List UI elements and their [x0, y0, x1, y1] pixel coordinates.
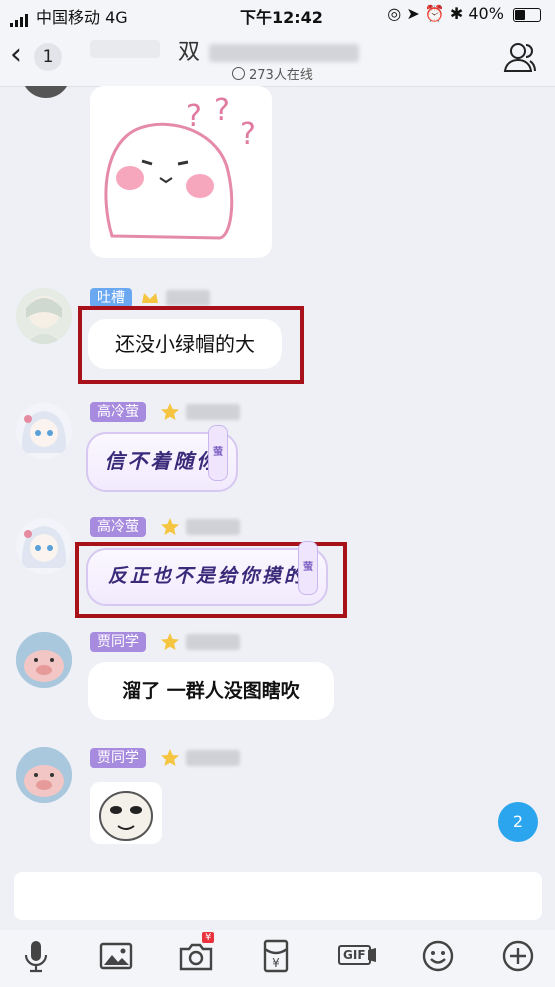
- battery-percent: 40%: [468, 4, 504, 23]
- camera-red-badge: ¥: [202, 932, 215, 943]
- avatar[interactable]: [16, 518, 72, 574]
- blurred-group-icon: [90, 40, 160, 58]
- star-icon: [161, 749, 179, 766]
- emoji-icon[interactable]: [420, 938, 456, 974]
- avatar[interactable]: [16, 747, 72, 803]
- gif-play-icon: [368, 948, 376, 962]
- camera-button[interactable]: ¥: [178, 932, 215, 974]
- avatar[interactable]: [16, 288, 72, 344]
- location-icon: ➤: [406, 4, 420, 23]
- image-icon[interactable]: [98, 938, 134, 974]
- status-right: ◎ ➤ ⏰ ✱ 40%: [387, 4, 541, 23]
- blurred-username: [166, 290, 210, 306]
- new-messages-badge[interactable]: 2: [498, 802, 538, 842]
- chat-header: ‹ 1 双 273人在线: [0, 28, 555, 87]
- star-icon: [161, 633, 179, 650]
- group-members-icon[interactable]: [502, 40, 538, 74]
- online-icon: [232, 67, 245, 80]
- svg-text:?: ?: [186, 99, 202, 134]
- confused-blob-sticker: ? ? ?: [104, 93, 256, 240]
- sticker-message[interactable]: [90, 782, 162, 844]
- blurred-username: [186, 750, 240, 766]
- avatar[interactable]: [16, 632, 72, 688]
- gif-button[interactable]: GIF: [338, 938, 378, 974]
- camera-icon: [179, 943, 213, 971]
- chat-title[interactable]: 双: [178, 34, 360, 66]
- blurred-username: [186, 404, 240, 420]
- clock: 下午12:42: [240, 8, 323, 27]
- lock-rotation-icon: ◎: [387, 4, 402, 23]
- message-bubble[interactable]: 溜了 一群人没图瞎吹: [88, 662, 334, 720]
- member-title-tag: 高冷萤: [90, 517, 146, 537]
- member-title-tag: 高冷萤: [90, 402, 146, 422]
- crown-icon: [142, 293, 158, 303]
- back-chevron-icon[interactable]: ‹: [10, 40, 22, 70]
- star-icon: [161, 518, 179, 535]
- unread-badge[interactable]: 1: [34, 43, 62, 71]
- message-input[interactable]: [14, 872, 542, 920]
- star-icon: [161, 403, 179, 420]
- blurred-title: [209, 44, 360, 62]
- bubble-badge: 萤: [298, 541, 318, 595]
- carrier-label: 中国移动 4G: [36, 8, 128, 27]
- alarm-icon: ⏰: [424, 4, 445, 23]
- gif-icon: GIF: [338, 945, 371, 965]
- message-bubble[interactable]: 还没小绿帽的大: [88, 319, 282, 369]
- sticker-message[interactable]: ? ? ?: [90, 86, 272, 258]
- bluetooth-icon: ✱: [449, 4, 464, 23]
- signal-icon: [10, 8, 30, 27]
- blurred-username: [186, 634, 240, 650]
- plus-icon[interactable]: [500, 938, 536, 974]
- meme-face-sticker: [99, 791, 153, 841]
- red-packet-icon[interactable]: ¥: [258, 938, 294, 974]
- avatar[interactable]: [16, 403, 72, 459]
- bubble-badge: 萤: [208, 425, 228, 481]
- svg-text:?: ?: [214, 93, 230, 128]
- online-count[interactable]: 273人在线: [232, 64, 313, 83]
- svg-text:¥: ¥: [272, 956, 280, 970]
- message-bubble[interactable]: 信不着随你 萤: [86, 425, 238, 492]
- member-title-tag: 吐槽: [90, 288, 132, 308]
- svg-text:?: ?: [240, 117, 256, 152]
- microphone-icon[interactable]: [18, 938, 54, 974]
- input-toolbar: ¥ ¥ GIF: [0, 930, 555, 987]
- battery-icon: [513, 7, 541, 22]
- member-title-tag: 贾同学: [90, 632, 146, 652]
- status-bar: 中国移动 4G 下午12:42 ◎ ➤ ⏰ ✱ 40%: [0, 0, 555, 28]
- member-title-tag: 贾同学: [90, 748, 146, 768]
- blurred-username: [186, 519, 240, 535]
- message-bubble[interactable]: 反正也不是给你摸的 萤: [86, 541, 328, 606]
